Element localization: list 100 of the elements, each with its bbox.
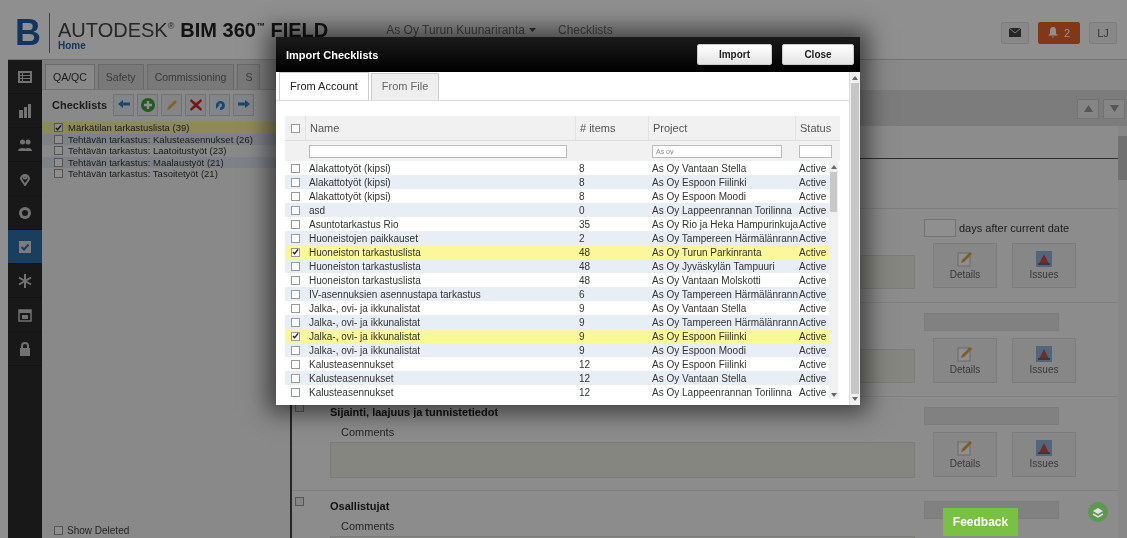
back-button[interactable]	[113, 94, 135, 116]
add-button[interactable]	[137, 94, 159, 116]
checkbox[interactable]	[290, 247, 300, 257]
checkbox[interactable]	[295, 497, 304, 506]
undo-button[interactable]	[209, 94, 231, 116]
scrollbar-thumb[interactable]	[851, 83, 859, 394]
scroll-up-icon[interactable]	[852, 76, 858, 80]
issues-button[interactable]: Issues	[1012, 338, 1076, 383]
move-up-button[interactable]	[1077, 98, 1099, 119]
caret-icon	[529, 28, 536, 32]
notifications-button[interactable]: 2	[1038, 21, 1080, 44]
table-cell-text: Active	[798, 189, 828, 203]
checkbox[interactable]	[290, 191, 300, 201]
messages-button[interactable]	[1001, 21, 1029, 44]
scroll-down-icon[interactable]	[852, 397, 858, 401]
brand-name: AUTODESK$^{®}$	[58, 17, 175, 41]
pencil-icon	[164, 98, 179, 112]
sidebar-item[interactable]	[8, 230, 42, 264]
scrollbar[interactable]	[829, 161, 838, 399]
delete-button[interactable]	[185, 94, 207, 116]
table-cell-text: 48	[578, 273, 592, 287]
checkbox[interactable]	[54, 123, 63, 133]
checkbox[interactable]	[54, 134, 63, 144]
checkbox[interactable]	[290, 289, 300, 299]
table-cell-text: Alakattotyöt (kipsi)	[308, 161, 392, 175]
edit-button[interactable]	[161, 94, 183, 116]
logo[interactable]: B	[8, 12, 50, 53]
column-header[interactable]: Project	[648, 116, 795, 140]
checkbox[interactable]	[290, 331, 300, 341]
issues-button[interactable]: Issues	[1012, 432, 1076, 477]
calendar-icon	[18, 307, 32, 322]
table-cell-text: As Oy Vantaan Stella	[651, 301, 748, 315]
checkbox[interactable]	[290, 387, 300, 397]
filter-field[interactable]	[309, 144, 567, 158]
user-button[interactable]: LJ	[1089, 21, 1117, 44]
tab[interactable]: From Account	[279, 72, 369, 100]
checkbox[interactable]	[290, 373, 300, 383]
tab[interactable]: S	[237, 64, 261, 89]
checkbox[interactable]	[290, 123, 300, 133]
checklist-item[interactable]: Tehtävän tarkastus: Tasoitetyöt (21)	[42, 168, 290, 180]
filter-field[interactable]	[799, 144, 832, 158]
tab[interactable]: Safety	[97, 64, 144, 89]
scroll-up-icon[interactable]	[830, 165, 837, 169]
tab[interactable]: QA/QC	[45, 64, 95, 89]
details-button[interactable]: Details	[933, 243, 997, 288]
column-header[interactable]: Name	[305, 116, 575, 140]
details-button[interactable]: Details	[933, 338, 997, 383]
checkbox[interactable]	[290, 261, 300, 271]
scrollbar-thumb[interactable]	[1118, 136, 1127, 180]
days-field[interactable]	[924, 218, 956, 237]
people-icon	[18, 137, 32, 152]
table-cell-text: Active	[798, 203, 828, 217]
table-cell-text: Active	[798, 343, 828, 357]
checkbox[interactable]	[54, 169, 63, 179]
checkbox[interactable]	[290, 177, 300, 187]
scrollbar[interactable]	[849, 72, 860, 405]
checkbox[interactable]	[290, 345, 300, 355]
dialog-button[interactable]: Close	[782, 44, 854, 65]
move-down-button[interactable]	[1103, 98, 1125, 119]
scroll-down-icon[interactable]	[830, 393, 837, 397]
checkbox[interactable]	[54, 526, 63, 535]
column-header[interactable]: # items	[575, 116, 648, 140]
breadcrumb-link[interactable]: Checklists	[558, 23, 613, 37]
tab[interactable]: Commissioning	[146, 64, 235, 89]
down-arrow-icon	[1109, 105, 1119, 112]
checkbox[interactable]	[290, 303, 300, 313]
field-label: days after current date	[959, 221, 1070, 234]
checklist-item[interactable]: Tehtävän tarkastus: Laatoitustyöt (23)	[42, 145, 290, 157]
table-cell-text: 2	[578, 231, 586, 245]
feedback-button[interactable]: Feedback	[943, 508, 1018, 536]
column-header[interactable]: Status	[795, 116, 840, 140]
scrollbar[interactable]	[1118, 126, 1127, 538]
table-cell-text: As Oy Lappeenrannan Torilinna	[651, 385, 793, 399]
checkbox[interactable]	[290, 219, 300, 229]
table-cell-text: As Oy Espoon Moodi	[651, 189, 747, 203]
checkbox[interactable]	[290, 233, 300, 243]
checkbox[interactable]	[290, 163, 300, 173]
checkbox[interactable]	[290, 275, 300, 285]
asterisk-icon	[18, 273, 32, 288]
details-button[interactable]: Details	[933, 432, 997, 477]
dialog-button[interactable]: Import	[697, 44, 772, 65]
checkbox[interactable]	[290, 317, 300, 327]
scrollbar-thumb[interactable]	[830, 172, 837, 212]
tab[interactable]: From File	[370, 73, 440, 100]
table-cell-text: As Oy Espoon Fiilinki	[651, 175, 748, 189]
table-cell-text: Active	[798, 301, 828, 315]
lock-icon	[18, 341, 32, 356]
help-button[interactable]	[1088, 502, 1108, 522]
checklist-icon	[18, 239, 32, 254]
checkbox[interactable]	[54, 157, 63, 167]
table-cell-text: Huoneistojen paikkauset	[308, 231, 419, 245]
table-cell-text: 8	[578, 175, 586, 189]
checkbox[interactable]	[290, 359, 300, 369]
table-cell-text: Huoneiston tarkastuslista	[308, 259, 422, 273]
forward-button[interactable]	[233, 94, 255, 116]
table-cell-text: 9	[578, 343, 586, 357]
checkbox[interactable]	[290, 205, 300, 215]
issues-button[interactable]: Issues	[1012, 243, 1076, 288]
checkbox[interactable]	[54, 146, 63, 156]
breadcrumb-link[interactable]: As Oy Turun Kuunariranta	[386, 23, 536, 37]
